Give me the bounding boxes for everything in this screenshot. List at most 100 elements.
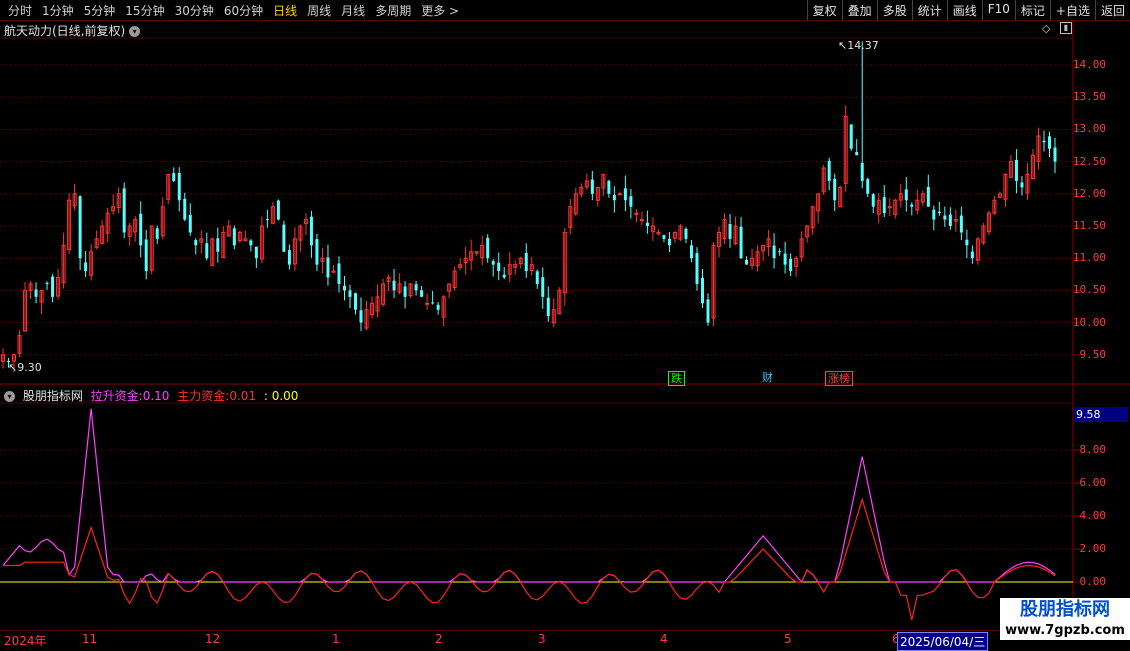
chart-canvas[interactable] bbox=[0, 0, 1130, 650]
candle-body-down bbox=[926, 186, 930, 207]
price-tick-label: 11.50 bbox=[1072, 219, 1106, 232]
candle-body-down bbox=[546, 297, 550, 317]
candle-body-down bbox=[155, 228, 159, 239]
date-tick-label: 5 bbox=[784, 632, 792, 646]
candle-body-down bbox=[943, 215, 947, 220]
date-tick-label: 11 bbox=[82, 632, 98, 646]
low-price-label: ↖9.30 bbox=[8, 361, 42, 374]
candle-body-down bbox=[645, 222, 649, 226]
candle-body-down bbox=[778, 251, 782, 253]
candle-body-down bbox=[420, 290, 424, 297]
candle-body-down bbox=[970, 251, 974, 259]
candle-body-down bbox=[403, 286, 407, 297]
price-tick-label: 10.00 bbox=[1072, 315, 1106, 329]
candle-body-down bbox=[684, 228, 688, 239]
event-marker-rank[interactable]: 涨榜 bbox=[825, 371, 853, 386]
candle-body-down bbox=[315, 239, 319, 265]
candle-body-down bbox=[45, 282, 49, 284]
candle-body-up bbox=[639, 219, 644, 222]
candle-body-down bbox=[392, 280, 396, 291]
candle-body-down bbox=[491, 261, 495, 265]
indicator-name: 股朋指标网 bbox=[22, 389, 83, 403]
candle-body-up bbox=[617, 193, 622, 196]
candle-body-down bbox=[232, 228, 236, 246]
candle-body-down bbox=[414, 284, 418, 291]
indicator-tick-label: 6.00 bbox=[1079, 476, 1107, 489]
current-date-badge: 2025/06/04/三 bbox=[897, 632, 989, 651]
price-tick-label: 12.00 bbox=[1072, 186, 1106, 200]
indicator-tick-label: 2.00 bbox=[1079, 542, 1107, 555]
high-price-label: ↖14.37 bbox=[838, 39, 879, 52]
candle-body-down bbox=[249, 240, 253, 246]
candle-body-down bbox=[265, 219, 269, 221]
indicator-line-zhuli bbox=[3, 497, 1056, 621]
watermark-url: www.7gpzb.com bbox=[1005, 623, 1125, 638]
candle-body-down bbox=[282, 224, 286, 252]
candle-body-down bbox=[871, 194, 875, 207]
candle-body-down bbox=[1014, 159, 1018, 181]
candle-body-down bbox=[188, 214, 192, 233]
candle-body-down bbox=[122, 188, 126, 233]
arrow-icon: ↖ bbox=[838, 39, 848, 52]
date-tick-label: 4 bbox=[660, 632, 668, 646]
candle-body-down bbox=[932, 209, 936, 220]
line2-value: 0.01 bbox=[229, 389, 257, 403]
event-marker-finance[interactable]: 财 bbox=[760, 371, 775, 384]
candle-body-down bbox=[904, 189, 908, 201]
candle-body-down bbox=[882, 197, 886, 214]
date-tick-label: 3 bbox=[538, 632, 546, 646]
candle-body-down bbox=[309, 216, 313, 246]
indicator-line-lasheng bbox=[2, 408, 1056, 584]
candle-body-down bbox=[623, 188, 627, 201]
candle-body-down bbox=[177, 173, 181, 201]
watermark: 股朋指标网 www.7gpzb.com bbox=[1000, 598, 1130, 640]
candle-body-down bbox=[772, 245, 776, 259]
candle-body-down bbox=[524, 252, 528, 272]
candle-body-down bbox=[359, 310, 363, 323]
candle-body-down bbox=[183, 198, 187, 220]
indicator-tick-label: 4.00 bbox=[1079, 509, 1107, 522]
candle-body-down bbox=[607, 180, 611, 194]
price-tick-label: 13.00 bbox=[1072, 122, 1106, 136]
candle-body-down bbox=[1053, 147, 1057, 162]
candle-body-down bbox=[662, 235, 666, 239]
candle-body-down bbox=[276, 200, 280, 220]
candle-body-down bbox=[689, 245, 693, 259]
candle-body-down bbox=[535, 271, 539, 284]
candle-body-down bbox=[205, 243, 209, 259]
candle-body-down bbox=[590, 179, 594, 194]
candle-body-down bbox=[194, 240, 198, 246]
candle-body-down bbox=[783, 253, 787, 265]
candle-body-down bbox=[860, 162, 864, 181]
candle-body-down bbox=[629, 196, 633, 207]
candle-body-down bbox=[216, 238, 220, 252]
candle-body-down bbox=[789, 258, 793, 272]
price-tick-label: 12.50 bbox=[1072, 154, 1106, 168]
candle-body-down bbox=[431, 302, 435, 304]
candle-body-down bbox=[51, 276, 55, 297]
price-tick-label: 11.00 bbox=[1072, 251, 1106, 265]
candle-body-down bbox=[965, 239, 969, 246]
candle-body-down bbox=[695, 253, 699, 284]
candle-body-down bbox=[728, 223, 732, 239]
candle-body-down bbox=[833, 178, 837, 201]
chevron-down-icon[interactable]: ▾ bbox=[4, 391, 15, 402]
line2-label: 主力资金: bbox=[177, 389, 230, 403]
candle-body-down bbox=[612, 194, 616, 201]
candle-body-down bbox=[348, 290, 352, 297]
event-marker-fall[interactable]: 跌 bbox=[668, 371, 685, 386]
candle-body-down bbox=[78, 196, 82, 259]
candle-body-down bbox=[497, 262, 501, 272]
candle-body-up bbox=[425, 302, 430, 305]
line3-value: : 0.00 bbox=[263, 389, 299, 403]
candle-body-down bbox=[700, 277, 704, 304]
candle-body-down bbox=[84, 262, 88, 272]
candle-body-down bbox=[937, 211, 941, 214]
candle-body-down bbox=[855, 152, 859, 156]
candle-body-down bbox=[326, 257, 330, 278]
candle-body-down bbox=[337, 263, 341, 284]
candle-body-down bbox=[486, 237, 490, 259]
candle-body-down bbox=[739, 226, 743, 259]
candle-body-down bbox=[706, 299, 710, 323]
candle-body-down bbox=[1020, 182, 1024, 188]
